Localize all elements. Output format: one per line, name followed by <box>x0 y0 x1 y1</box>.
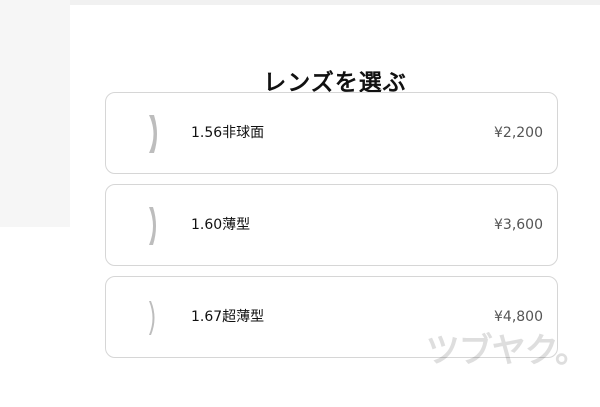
watermark-logo: ツブヤク。 <box>425 331 589 371</box>
lens-option-card[interactable]: 1.60薄型 ¥3,600 <box>105 184 558 266</box>
lens-name: 1.67超薄型 <box>191 309 265 325</box>
lens-option-list: 1.56非球面 ¥2,200 1.60薄型 ¥3,600 1.67超薄型 ¥4,… <box>105 92 558 358</box>
lens-thin-icon <box>149 207 156 245</box>
left-panel <box>0 0 70 227</box>
lens-price: ¥2,200 <box>494 125 543 141</box>
lens-price: ¥3,600 <box>494 217 543 233</box>
lens-option-card[interactable]: 1.56非球面 ¥2,200 <box>105 92 558 174</box>
top-bar <box>70 0 600 5</box>
lens-ultra-thin-icon <box>149 301 155 335</box>
lens-thick-icon <box>149 115 157 153</box>
lens-name: 1.60薄型 <box>191 217 251 233</box>
lens-name: 1.56非球面 <box>191 125 265 141</box>
